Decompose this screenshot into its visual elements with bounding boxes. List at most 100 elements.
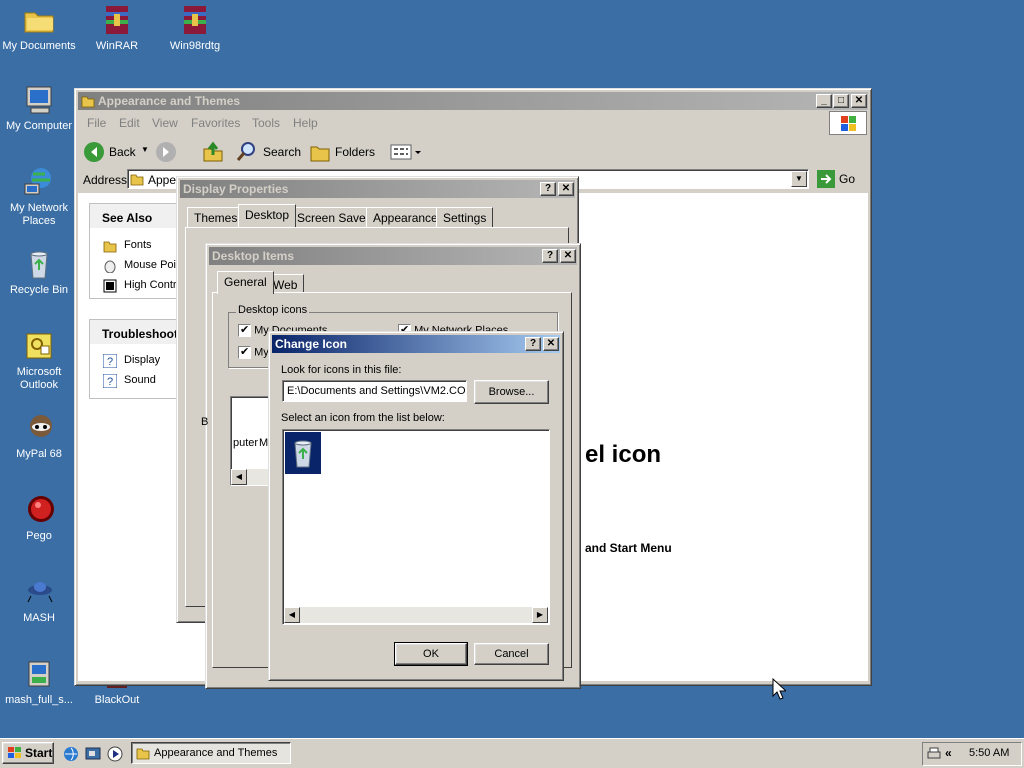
taskbar-task-appearance[interactable]: Appearance and Themes [131, 742, 291, 764]
clock: 5:50 AM [969, 747, 1010, 759]
start-button[interactable]: Start [2, 742, 54, 764]
back-label: Back [109, 145, 136, 159]
troubleshoot-display-link[interactable]: Display [124, 354, 160, 366]
folder-icon [81, 94, 95, 110]
close-button[interactable]: ✕ [851, 94, 867, 108]
recycle-bin-icon [23, 248, 55, 280]
tab-settings[interactable]: Settings [436, 207, 494, 227]
desktop-icon-mash-full[interactable]: mash_full_s... [0, 658, 78, 707]
tray-expand-button[interactable]: « [945, 746, 952, 760]
system-tray: « 5:50 AM [922, 742, 1022, 766]
address-dropdown-button[interactable]: ▼ [791, 171, 807, 187]
up-folder-button[interactable] [202, 141, 224, 166]
mypal-icon [23, 412, 55, 444]
tab-general[interactable]: General [217, 271, 274, 294]
select-icon-label: Select an icon from the list below: [281, 412, 445, 424]
menu-view[interactable]: View [152, 116, 178, 130]
search-button[interactable]: Search [235, 141, 305, 163]
menu-help[interactable]: Help [293, 116, 318, 130]
desktop-icon-winrar[interactable]: WinRAR [78, 4, 156, 53]
see-also-title: See Also [102, 211, 153, 225]
menu-tools[interactable]: Tools [252, 116, 280, 130]
mouse-cursor-icon [772, 677, 788, 703]
close-button[interactable]: ✕ [558, 182, 574, 196]
svg-text:?: ? [107, 356, 113, 368]
quicklaunch-desktop-icon[interactable] [84, 745, 102, 766]
dropdown-arrow-icon: ▼ [141, 145, 149, 154]
close-button[interactable]: ✕ [560, 249, 576, 263]
folders-icon [309, 141, 331, 166]
desktop-items-titlebar[interactable]: Desktop Items ? ✕ [209, 247, 577, 265]
mash-icon [23, 576, 55, 608]
desktop-icon-label: My Network Places [9, 202, 69, 227]
tab-appearance[interactable]: Appearance [366, 207, 445, 227]
tab-screen-saver[interactable]: Screen Saver [290, 207, 377, 227]
go-button[interactable]: Go [815, 169, 865, 189]
desktop-icon-my-computer[interactable]: My Computer [0, 84, 78, 133]
see-also-panel: See Also Fonts Mouse Poin High Contr [89, 203, 182, 299]
desktop-icon-my-network-places[interactable]: My Network Places [0, 166, 78, 228]
fragment-b: B [201, 416, 209, 428]
help-button[interactable]: ? [525, 337, 541, 351]
menu-file[interactable]: File [87, 116, 106, 130]
outlook-icon [23, 330, 55, 362]
winrar-icon [101, 4, 133, 36]
see-also-mouse-link[interactable]: Mouse Poin [124, 259, 182, 271]
address-folder-icon [130, 172, 144, 189]
troubleshoot-sound-link[interactable]: Sound [124, 374, 156, 386]
desktop-icon-label: MASH [23, 612, 55, 624]
desktop-icon-recycle-bin[interactable]: Recycle Bin [0, 248, 78, 297]
computer-icon [23, 84, 55, 116]
minimize-button[interactable]: _ [816, 94, 832, 108]
menu-favorites[interactable]: Favorites [191, 116, 240, 130]
desktop-icon-label: MyPal 68 [16, 448, 62, 460]
close-button[interactable]: ✕ [543, 337, 559, 351]
back-button[interactable]: Back ▼ [83, 141, 149, 163]
see-also-fonts-link[interactable]: Fonts [124, 239, 152, 251]
icon-list-item[interactable] [285, 432, 321, 474]
see-also-contrast-link[interactable]: High Contr [124, 279, 177, 291]
change-icon-dialog: Change Icon ? ✕ Look for icons in this f… [268, 331, 564, 681]
folders-button[interactable]: Folders [309, 141, 379, 163]
tab-themes[interactable]: Themes [187, 207, 245, 227]
search-label: Search [263, 145, 302, 159]
desktop-icons-group-label: Desktop icons [236, 304, 310, 316]
cancel-button[interactable]: Cancel [474, 643, 549, 665]
scroll-left-button[interactable]: ◀ [284, 607, 300, 623]
tab-desktop[interactable]: Desktop [238, 204, 297, 227]
forward-button[interactable] [155, 141, 177, 166]
main-link-fragment[interactable]: and Start Menu [585, 541, 672, 555]
icon-list-hscrollbar[interactable]: ◀ ▶ [284, 607, 548, 623]
desktop-icon-microsoft-outlook[interactable]: Microsoft Outlook [0, 330, 78, 392]
folder-icon [136, 746, 150, 767]
views-button[interactable] [389, 141, 425, 166]
display-properties-titlebar[interactable]: Display Properties ? ✕ [180, 180, 575, 198]
browse-button[interactable]: Browse... [474, 380, 549, 404]
scroll-right-button[interactable]: ▶ [532, 607, 548, 623]
menu-edit[interactable]: Edit [119, 116, 140, 130]
desktop-icon-mash[interactable]: MASH [0, 576, 78, 625]
maximize-button[interactable]: □ [833, 94, 849, 108]
desktop-icon-win98rdtg[interactable]: Win98rdtg [156, 4, 234, 53]
quicklaunch-ie-icon[interactable] [62, 745, 80, 766]
icon-file-input[interactable]: E:\Documents and Settings\VM2.COL [282, 380, 467, 402]
desktop-icon-my-documents[interactable]: My Documents [0, 4, 78, 53]
folder-icon [23, 4, 55, 36]
desktop-icon-label: Win98rdtg [169, 40, 221, 52]
icon-list[interactable]: ◀ ▶ [282, 429, 550, 625]
explorer-titlebar[interactable]: Appearance and Themes _ □ ✕ [78, 92, 868, 110]
desktop-icon-mypal[interactable]: MyPal 68 [0, 412, 78, 461]
change-icon-titlebar[interactable]: Change Icon ? ✕ [272, 335, 560, 353]
help-button[interactable]: ? [542, 249, 558, 263]
checkbox-my[interactable]: My [238, 345, 269, 359]
help-button[interactable]: ? [540, 182, 556, 196]
desktop-icon-label: Microsoft Outlook [16, 366, 62, 391]
ok-button[interactable]: OK [394, 642, 468, 666]
tray-printer-icon[interactable] [927, 747, 941, 764]
quicklaunch-media-icon[interactable] [106, 745, 124, 766]
troubleshoot-panel: Troubleshoot ? Display ? Sound [89, 319, 181, 399]
installer-icon [23, 658, 55, 690]
scroll-left-button[interactable]: ◀ [231, 469, 247, 485]
desktop-icon-pego[interactable]: Pego [0, 494, 78, 543]
go-label: Go [839, 172, 856, 186]
